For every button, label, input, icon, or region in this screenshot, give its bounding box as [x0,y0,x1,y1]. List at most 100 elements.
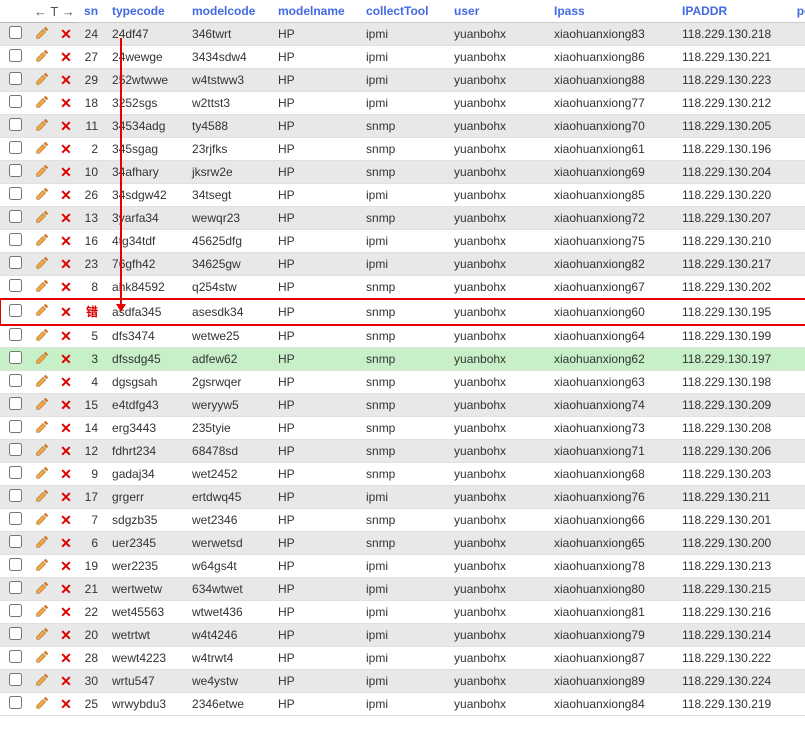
table-row[interactable]: ✕2724wewge3434sdw4HPipmiyuanbohxxiaohuan… [0,46,805,69]
delete-icon[interactable]: ✕ [60,604,72,616]
row-select-checkbox[interactable] [9,627,22,640]
table-row[interactable]: ✕2634sdgw4234tsegtHPipmiyuanbohxxiaohuan… [0,184,805,207]
delete-icon[interactable]: ✕ [60,374,72,386]
row-select-checkbox[interactable] [9,604,22,617]
row-select-checkbox[interactable] [9,581,22,594]
row-select-checkbox[interactable] [9,95,22,108]
table-row[interactable]: ✕29252wtwwew4tstww3HPipmiyuanbohxxiaohua… [0,69,805,92]
table-row[interactable]: ✕1034afharyjksrw2eHPsnmpyuanbohxxiaohuan… [0,161,805,184]
edit-icon[interactable] [35,581,49,595]
delete-icon[interactable]: ✕ [60,187,72,199]
table-row[interactable]: ✕12fdhrt23468478sdHPsnmpyuanbohxxiaohuan… [0,440,805,463]
table-row[interactable]: ✕7sdgzb35wet2346HPsnmpyuanbohxxiaohuanxi… [0,509,805,532]
row-select-checkbox[interactable] [9,673,22,686]
table-row[interactable]: ✕164tg34tdf45625dfgHPipmiyuanbohxxiaohua… [0,230,805,253]
col-header-modelname[interactable]: modelname [272,0,360,23]
delete-icon[interactable]: ✕ [60,328,72,340]
row-select-checkbox[interactable] [9,397,22,410]
edit-icon[interactable] [35,604,49,618]
delete-icon[interactable]: ✕ [60,466,72,478]
row-select-checkbox[interactable] [9,164,22,177]
row-select-checkbox[interactable] [9,256,22,269]
table-row[interactable]: ✕15e4tdfg43weryyw5HPsnmpyuanbohxxiaohuan… [0,394,805,417]
edit-icon[interactable] [35,95,49,109]
delete-icon[interactable]: ✕ [60,420,72,432]
edit-icon[interactable] [35,627,49,641]
row-select-checkbox[interactable] [9,118,22,131]
row-select-checkbox[interactable] [9,187,22,200]
table-row[interactable]: ✕30wrtu547we4ystwHPipmiyuanbohxxiaohuanx… [0,670,805,693]
row-select-checkbox[interactable] [9,328,22,341]
row-select-checkbox[interactable] [9,141,22,154]
edit-icon[interactable] [35,351,49,365]
edit-icon[interactable] [35,696,49,710]
table-row[interactable]: ✕8ahk84592q254stwHPsnmpyuanbohxxiaohuanx… [0,276,805,299]
delete-icon[interactable]: ✕ [60,650,72,662]
edit-icon[interactable] [35,466,49,480]
row-select-checkbox[interactable] [9,650,22,663]
delete-icon[interactable]: ✕ [60,95,72,107]
row-select-checkbox[interactable] [9,420,22,433]
delete-icon[interactable]: ✕ [60,233,72,245]
delete-icon[interactable]: ✕ [60,49,72,61]
table-row[interactable]: ✕183252sgsw2ttst3HPipmiyuanbohxxiaohuanx… [0,92,805,115]
table-row[interactable]: ✕错asdfa345asesdk34HPsnmpyuanbohxxiaohuan… [0,299,805,325]
table-row[interactable]: ✕14erg3443235tyieHPsnmpyuanbohxxiaohuanx… [0,417,805,440]
col-header-sn[interactable]: sn [78,0,106,23]
edit-icon[interactable] [35,141,49,155]
delete-icon[interactable]: ✕ [60,627,72,639]
table-row[interactable]: ✕19wer2235w64gs4tHPipmiyuanbohxxiaohuanx… [0,555,805,578]
delete-icon[interactable]: ✕ [60,118,72,130]
col-header-modelcode[interactable]: modelcode [186,0,272,23]
delete-icon[interactable]: ✕ [60,581,72,593]
edit-icon[interactable] [35,443,49,457]
delete-icon[interactable]: ✕ [60,72,72,84]
delete-icon[interactable]: ✕ [60,397,72,409]
edit-icon[interactable] [35,187,49,201]
edit-icon[interactable] [35,673,49,687]
table-row[interactable]: ✕2345sgag23rjfksHPsnmpyuanbohxxiaohuanxi… [0,138,805,161]
table-row[interactable]: ✕21wertwetw634wtwetHPipmiyuanbohxxiaohua… [0,578,805,601]
table-row[interactable]: ✕5dfs3474wetwe25HPsnmpyuanbohxxiaohuanxi… [0,325,805,348]
row-select-checkbox[interactable] [9,351,22,364]
edit-icon[interactable] [35,489,49,503]
col-header-ipaddr[interactable]: IPADDR [676,0,788,23]
row-select-checkbox[interactable] [9,279,22,292]
table-row[interactable]: ✕2376gfh4234625gwHPipmiyuanbohxxiaohuanx… [0,253,805,276]
delete-icon[interactable]: ✕ [60,489,72,501]
row-select-checkbox[interactable] [9,535,22,548]
delete-icon[interactable]: ✕ [60,164,72,176]
row-select-checkbox[interactable] [9,304,22,317]
edit-icon[interactable] [35,397,49,411]
edit-icon[interactable] [35,256,49,270]
row-select-checkbox[interactable] [9,49,22,62]
table-row[interactable]: ✕9gadaj34wet2452HPsnmpyuanbohxxiaohuanxi… [0,463,805,486]
col-header-ipass[interactable]: Ipass [548,0,676,23]
delete-icon[interactable]: ✕ [60,256,72,268]
row-select-checkbox[interactable] [9,233,22,246]
row-select-checkbox[interactable] [9,210,22,223]
row-select-checkbox[interactable] [9,443,22,456]
row-select-checkbox[interactable] [9,374,22,387]
delete-icon[interactable]: ✕ [60,304,72,316]
edit-icon[interactable] [35,164,49,178]
table-row[interactable]: ✕1134534adgty4588HPsnmpyuanbohxxiaohuanx… [0,115,805,138]
edit-icon[interactable] [35,210,49,224]
delete-icon[interactable]: ✕ [60,351,72,363]
table-row[interactable]: ✕25wrwybdu32346etweHPipmiyuanbohxxiaohua… [0,693,805,716]
table-row[interactable]: ✕17grgerrertdwq45HPipmiyuanbohxxiaohuanx… [0,486,805,509]
delete-icon[interactable]: ✕ [60,26,72,38]
edit-icon[interactable] [35,303,49,317]
delete-icon[interactable]: ✕ [60,558,72,570]
edit-icon[interactable] [35,49,49,63]
delete-icon[interactable]: ✕ [60,279,72,291]
row-select-checkbox[interactable] [9,696,22,709]
edit-icon[interactable] [35,558,49,572]
delete-icon[interactable]: ✕ [60,512,72,524]
table-row[interactable]: ✕4dgsgsah2gsrwqerHPsnmpyuanbohxxiaohuanx… [0,371,805,394]
table-row[interactable]: ✕6uer2345werwetsdHPsnmpyuanbohxxiaohuanx… [0,532,805,555]
edit-icon[interactable] [35,233,49,247]
delete-icon[interactable]: ✕ [60,141,72,153]
table-row[interactable]: ✕20wetrtwtw4t4246HPipmiyuanbohxxiaohuanx… [0,624,805,647]
table-row[interactable]: ✕3dfssdg45adfew62HPsnmpyuanbohxxiaohuanx… [0,348,805,371]
